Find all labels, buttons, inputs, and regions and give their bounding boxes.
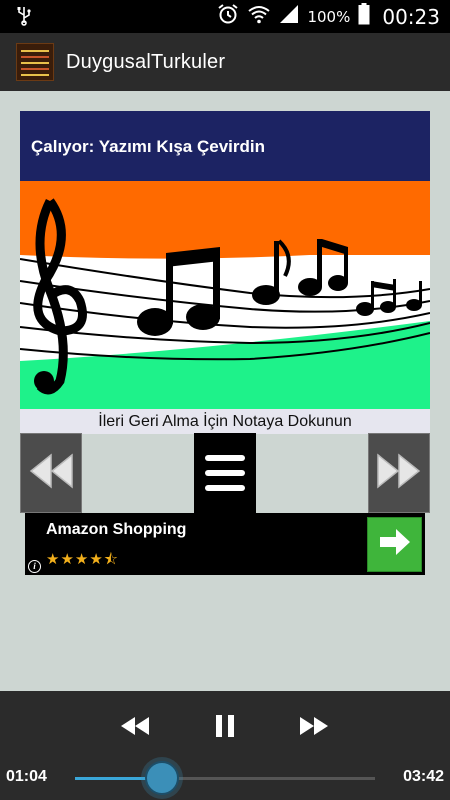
- ad-banner[interactable]: Amazon Shopping ★★★★⯪ i: [25, 513, 425, 575]
- status-time: 00:23: [382, 4, 440, 29]
- info-icon[interactable]: i: [28, 560, 41, 573]
- battery-percent: 100%: [307, 7, 351, 26]
- rewind-icon: [120, 716, 150, 741]
- alarm-icon: [217, 3, 239, 30]
- main-content: Çalıyor: Yazımı Kışa Çevirdin İleri Geri…: [0, 91, 450, 691]
- current-time: 01:04: [6, 768, 47, 785]
- music-notes-artwork[interactable]: [20, 181, 430, 409]
- menu-line: [205, 455, 245, 461]
- arrow-right-icon: [378, 527, 412, 562]
- seek-bar[interactable]: [75, 761, 375, 795]
- fast-forward-icon: [376, 451, 422, 496]
- status-bar: 100% 00:23: [0, 0, 450, 33]
- seek-bar-thumb[interactable]: [145, 761, 179, 795]
- media-player-bar: 01:04 03:42: [0, 691, 450, 800]
- rewind-button[interactable]: [20, 433, 82, 513]
- ad-open-button[interactable]: [367, 517, 422, 572]
- total-duration: 03:42: [403, 768, 444, 785]
- wifi-icon: [247, 4, 271, 29]
- ad-rating-stars: ★★★★⯪: [46, 551, 119, 568]
- rewind-icon: [28, 451, 74, 496]
- now-playing-label: Çalıyor: Yazımı Kışa Çevirdin: [31, 137, 265, 156]
- pause-button[interactable]: [205, 713, 245, 743]
- next-button[interactable]: [294, 713, 334, 743]
- pause-icon: [214, 714, 236, 743]
- signal-icon: [279, 4, 299, 29]
- app-title: DuygusalTurkuler: [66, 50, 226, 73]
- battery-icon: [358, 3, 370, 30]
- seek-hint: İleri Geri Alma İçin Notaya Dokunun: [20, 409, 430, 434]
- menu-line: [205, 485, 245, 491]
- ad-title[interactable]: Amazon Shopping: [46, 521, 186, 539]
- app-logo: [16, 43, 54, 81]
- now-playing-banner: Çalıyor: Yazımı Kışa Çevirdin: [20, 111, 430, 181]
- app-bar: DuygusalTurkuler: [0, 33, 450, 91]
- previous-button[interactable]: [115, 713, 155, 743]
- fast-forward-icon: [299, 716, 329, 741]
- menu-line: [205, 470, 245, 476]
- usb-icon: [17, 6, 31, 31]
- menu-button[interactable]: [194, 433, 256, 513]
- fast-forward-button[interactable]: [368, 433, 430, 513]
